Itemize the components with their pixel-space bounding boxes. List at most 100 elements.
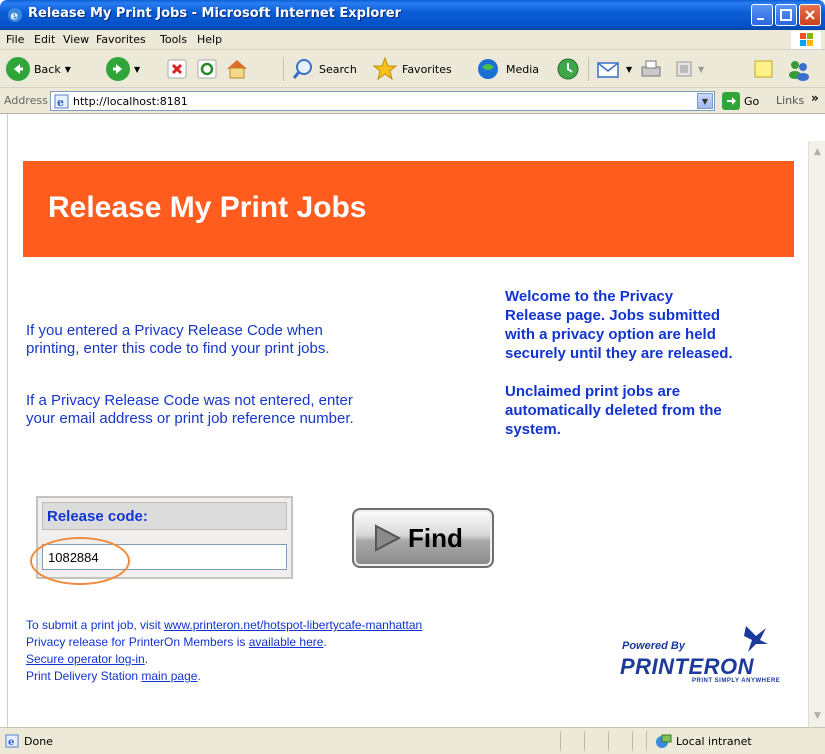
- powered-by-text: Powered By: [622, 640, 685, 652]
- vertical-scrollbar[interactable]: ▲ ▼: [808, 141, 825, 727]
- toolbar: Back ▼ ▼ Search Favorites Media ▼ ▼: [0, 50, 825, 88]
- back-label: Back: [34, 62, 61, 76]
- edit-icon: [676, 61, 692, 77]
- history-icon: [557, 58, 579, 80]
- note-icon: [754, 60, 773, 78]
- footer-text: .: [197, 669, 201, 683]
- history-button[interactable]: [556, 55, 580, 83]
- windows-logo-icon: [791, 31, 821, 49]
- footer-text: .: [323, 635, 327, 649]
- media-button[interactable]: Media: [476, 55, 539, 83]
- edit-button[interactable]: ▼: [674, 55, 704, 83]
- menu-favorites[interactable]: Favorites: [96, 33, 146, 46]
- svg-text:e: e: [8, 737, 14, 748]
- go-button[interactable]: Go: [722, 91, 759, 111]
- go-arrow-icon: [722, 92, 740, 110]
- intranet-icon: [656, 734, 672, 748]
- frame-border: [0, 114, 8, 727]
- operator-login-link[interactable]: Secure operator log-in: [26, 652, 145, 666]
- footer-text: Privacy release for PrinterOn Members is: [26, 635, 249, 649]
- stop-icon: [167, 59, 187, 79]
- favorites-button[interactable]: Favorites: [372, 55, 452, 83]
- menu-help[interactable]: Help: [197, 33, 222, 46]
- instruction-line-2: printing, enter this code to find your p…: [26, 340, 330, 357]
- scroll-up-icon[interactable]: ▲: [810, 143, 825, 160]
- svg-text:e: e: [11, 9, 19, 23]
- refresh-icon: [197, 59, 217, 79]
- footer-line-4: Print Delivery Station main page.: [26, 668, 201, 684]
- release-code-header: Release code:: [42, 502, 287, 530]
- brand-text: PRINTERON: [620, 654, 755, 679]
- menu-file[interactable]: File: [6, 33, 24, 46]
- messenger-button[interactable]: [786, 55, 812, 83]
- search-button[interactable]: Search: [291, 55, 357, 83]
- go-label: Go: [744, 94, 760, 108]
- hotspot-link[interactable]: www.printeron.net/hotspot-libertycafe-ma…: [164, 618, 422, 632]
- welcome-line: automatically deleted from the: [505, 402, 722, 419]
- print-button[interactable]: [639, 55, 663, 83]
- scroll-down-icon[interactable]: ▼: [810, 707, 825, 724]
- page-icon: e: [54, 94, 69, 109]
- back-button[interactable]: Back ▼: [6, 55, 71, 83]
- edit-dropdown-icon[interactable]: ▼: [698, 65, 704, 74]
- welcome-line: with a privacy option are held: [505, 326, 716, 343]
- media-label: Media: [506, 62, 540, 76]
- star-icon: [372, 56, 398, 81]
- release-code-panel: Release code:: [36, 496, 293, 579]
- home-button[interactable]: [224, 55, 250, 83]
- footer-line-2: Privacy release for PrinterOn Members is…: [26, 634, 327, 650]
- links-chevron-icon[interactable]: »: [811, 91, 819, 105]
- window-title: Release My Print Jobs - Microsoft Intern…: [28, 6, 401, 21]
- members-release-link[interactable]: available here: [249, 635, 324, 649]
- favorites-label: Favorites: [402, 62, 452, 76]
- mail-dropdown-icon[interactable]: ▼: [626, 65, 632, 74]
- status-bar: e Done Local intranet: [0, 727, 825, 754]
- play-icon: [375, 524, 402, 552]
- address-input[interactable]: e http://localhost:8181 ▼: [50, 91, 715, 111]
- tagline-text: PRINT SIMPLY ANYWHERE: [692, 678, 781, 684]
- instruction-line-1: If you entered a Privacy Release Code wh…: [26, 322, 323, 339]
- bird-logo-icon: [744, 626, 768, 652]
- welcome-line: securely until they are released.: [505, 345, 733, 362]
- main-page-link[interactable]: main page: [141, 669, 197, 683]
- maximize-icon: [780, 9, 792, 21]
- find-button[interactable]: Find: [352, 508, 494, 568]
- close-icon: [805, 10, 815, 20]
- mail-icon: [597, 62, 619, 78]
- release-code-input[interactable]: [42, 544, 287, 570]
- welcome-line: Welcome to the Privacy: [505, 288, 674, 305]
- stop-button[interactable]: [166, 55, 188, 83]
- forward-button[interactable]: ▼: [106, 55, 140, 83]
- refresh-button[interactable]: [196, 55, 218, 83]
- minimize-button[interactable]: [751, 4, 773, 26]
- menu-tools[interactable]: Tools: [160, 33, 187, 46]
- media-icon: [478, 59, 498, 79]
- release-code-label: Release code:: [47, 508, 148, 525]
- menu-bar: File Edit View Favorites Tools Help: [0, 30, 825, 50]
- close-button[interactable]: [799, 4, 821, 26]
- ie-icon: e: [8, 8, 22, 23]
- address-label: Address: [4, 94, 48, 107]
- instruction-line-4: your email address or print job referenc…: [26, 410, 354, 427]
- messenger-icon: [789, 61, 809, 81]
- welcome-text: Welcome to the Privacy Release page. Job…: [505, 287, 795, 439]
- menu-edit[interactable]: Edit: [34, 33, 55, 46]
- discuss-button[interactable]: [752, 55, 776, 83]
- security-zone: Local intranet: [654, 733, 752, 749]
- footer-text: Print Delivery Station: [26, 669, 142, 683]
- footer-line-3: Secure operator log-in.: [26, 651, 148, 667]
- menu-view[interactable]: View: [63, 33, 89, 46]
- address-dropdown-icon[interactable]: ▼: [697, 93, 713, 109]
- find-label: Find: [408, 522, 463, 553]
- mail-button[interactable]: ▼: [596, 55, 632, 83]
- title-bar: e Release My Print Jobs - Microsoft Inte…: [0, 0, 825, 30]
- back-dropdown-icon[interactable]: ▼: [65, 65, 71, 74]
- address-url: http://localhost:8181: [73, 95, 188, 108]
- forward-dropdown-icon[interactable]: ▼: [134, 65, 140, 74]
- page-banner: Release My Print Jobs: [23, 161, 794, 257]
- welcome-line: Unclaimed print jobs are: [505, 383, 681, 400]
- back-arrow-icon: [6, 57, 30, 81]
- links-label[interactable]: Links: [776, 94, 804, 107]
- maximize-button[interactable]: [775, 4, 797, 26]
- minimize-icon: [757, 18, 764, 20]
